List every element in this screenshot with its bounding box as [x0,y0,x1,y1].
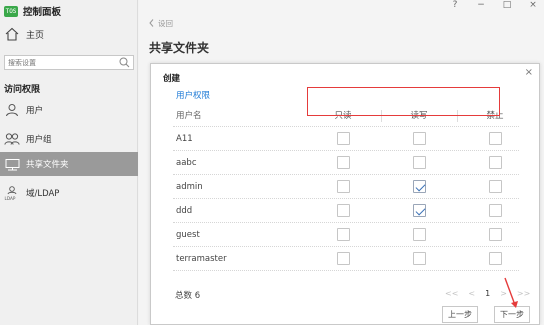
deny-checkbox[interactable] [489,204,502,217]
table-row: guest [173,223,519,247]
window-close-button[interactable]: × [528,0,538,10]
user-icon [4,102,20,118]
app-title: TOS 控制面板 [4,4,61,18]
minimize-button[interactable]: − [476,0,486,10]
breadcrumb-back-label: 设回 [158,19,173,28]
read-only-checkbox[interactable] [337,252,350,265]
read-only-checkbox[interactable] [337,228,350,241]
first-page-button[interactable]: << [445,289,458,298]
next-page-button[interactable]: > [500,289,507,298]
sidebar-item-label: 域/LDAP [26,189,60,199]
deny-checkbox[interactable] [489,132,502,145]
page-title: 共享文件夹 [149,41,210,55]
deny-checkbox[interactable] [489,228,502,241]
section-label-access: 访问权限 [4,85,41,95]
column-header-deny: 禁止 [486,111,504,121]
user-group-icon [4,131,20,147]
chevron-left-icon [149,18,154,29]
row-username: A11 [176,133,193,144]
tab-user-permissions[interactable]: 用户权限 [176,89,210,101]
pagination: << < 1 > >> [445,289,530,298]
row-username: guest [176,229,200,240]
table-row: aabc [173,151,519,175]
read-write-checkbox[interactable] [413,228,426,241]
search-box [4,55,134,70]
search-icon[interactable] [119,57,130,71]
dialog-close-button[interactable]: × [525,67,533,78]
previous-step-button[interactable]: 上一步 [442,306,478,323]
read-write-checkbox[interactable] [413,252,426,265]
row-username: terramaster [176,253,227,264]
sidebar-item-label: 用户 [26,106,44,116]
table-row: ddd [173,199,519,223]
read-write-checkbox[interactable] [413,204,426,217]
table-header-row: 用户名 只读 读写 禁止 [173,104,519,127]
row-username: ddd [176,205,193,216]
next-step-button[interactable]: 下一步 [494,306,530,323]
table-row: A11 [173,127,519,151]
permissions-table: 用户名 只读 读写 禁止 A11 aabc admin ddd guest te… [173,104,519,271]
read-only-checkbox[interactable] [337,204,350,217]
app-title-text: 控制面板 [23,7,62,18]
read-write-checkbox[interactable] [413,180,426,193]
window-controls: ? − □ × [450,0,538,10]
deny-checkbox[interactable] [489,180,502,193]
read-only-checkbox[interactable] [337,180,350,193]
deny-checkbox[interactable] [489,252,502,265]
breadcrumb[interactable]: 设回 [149,18,173,29]
prev-page-button[interactable]: < [468,289,475,298]
column-divider [457,110,458,122]
shared-folder-icon [4,156,20,172]
column-header-read-only: 只读 [334,111,352,121]
read-write-checkbox[interactable] [413,156,426,169]
app-logo: TOS [4,5,18,17]
dialog-title: 创建 [163,74,181,84]
last-page-button[interactable]: >> [517,289,530,298]
total-count: 总数 6 [175,291,201,301]
sidebar-item-ldap[interactable]: LDAP 域/LDAP [0,181,138,205]
read-write-checkbox[interactable] [413,132,426,145]
create-dialog: 创建 × 用户权限 用户名 只读 读写 禁止 A11 aabc admin dd… [150,63,540,325]
svg-text:LDAP: LDAP [5,196,16,201]
nav-home-label: 主页 [26,30,45,41]
sidebar-item-shared-folders[interactable]: 共享文件夹 [0,152,138,176]
ldap-icon: LDAP [4,185,20,201]
sidebar-item-users[interactable]: 用户 [0,98,138,122]
column-header-username: 用户名 [176,111,202,121]
search-input[interactable] [8,57,116,68]
help-button[interactable]: ? [450,0,460,10]
current-page: 1 [485,289,491,298]
sidebar: TOS 控制面板 主页 访问权限 用户 用户组 共享文件夹 LDAP [0,0,138,325]
read-only-checkbox[interactable] [337,132,350,145]
deny-checkbox[interactable] [489,156,502,169]
row-username: aabc [176,157,197,168]
table-row: terramaster [173,247,519,271]
home-icon [4,26,20,42]
sidebar-item-label: 共享文件夹 [26,160,69,170]
sidebar-item-label: 用户组 [26,135,52,145]
sidebar-item-user-groups[interactable]: 用户组 [0,127,138,151]
column-divider [381,110,382,122]
read-only-checkbox[interactable] [337,156,350,169]
row-username: admin [176,181,203,192]
nav-home[interactable]: 主页 [4,24,134,44]
column-header-read-write: 读写 [410,111,428,121]
maximize-button[interactable]: □ [502,0,512,10]
table-row: admin [173,175,519,199]
